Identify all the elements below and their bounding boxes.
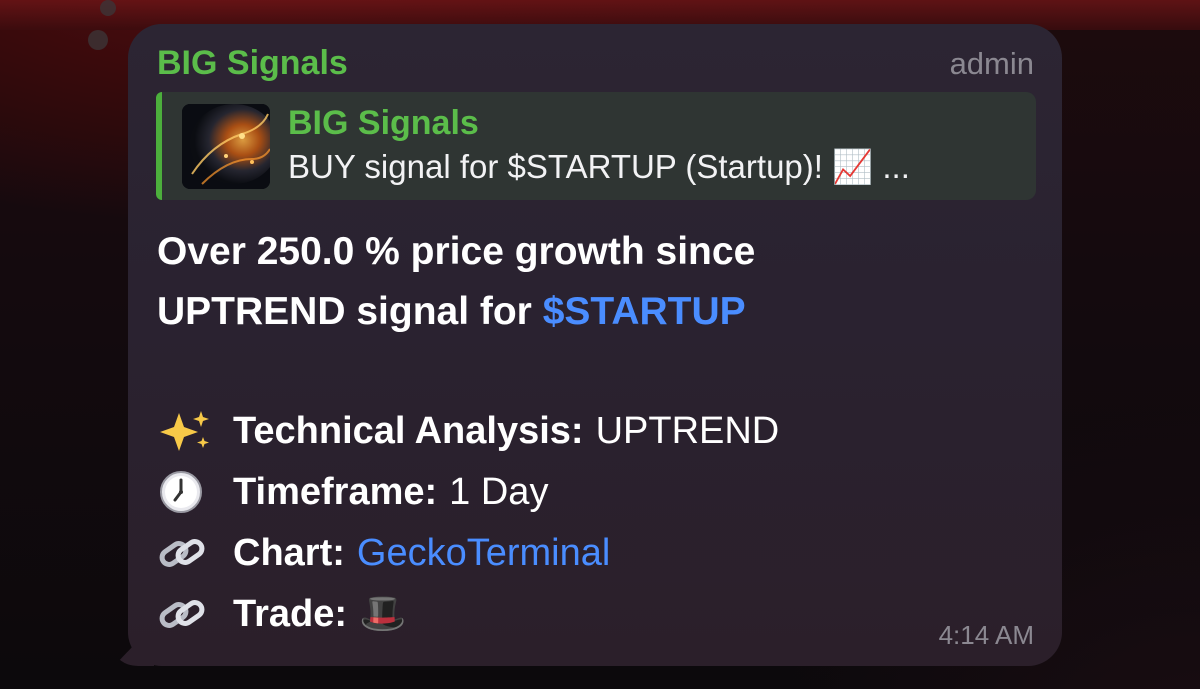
ticker-link[interactable]: $STARTUP xyxy=(543,290,746,333)
link-icon xyxy=(157,592,213,636)
background-decoration xyxy=(100,0,116,16)
headline-line-1: Over 250.0 % price growth since xyxy=(157,230,756,273)
reply-title: BIG Signals xyxy=(288,104,479,142)
chart-link[interactable]: GeckoTerminal xyxy=(357,532,610,575)
message-timestamp: 4:14 AM xyxy=(938,620,1034,650)
detail-key: Chart: xyxy=(233,531,345,574)
background-decoration xyxy=(88,30,108,50)
detail-chart: Chart: GeckoTerminal xyxy=(157,531,610,575)
link-icon xyxy=(157,531,213,575)
sender-name[interactable]: BIG Signals xyxy=(157,44,348,83)
reply-text: BUY signal for $STARTUP (Startup)! 📈 ... xyxy=(288,148,910,185)
detail-value: 1 Day xyxy=(449,470,549,513)
author-badge: admin xyxy=(949,46,1034,81)
clock-icon xyxy=(157,470,213,514)
detail-timeframe: Timeframe: 1 Day xyxy=(157,470,548,514)
headline-line-2: UPTREND signal for $STARTUP xyxy=(157,282,755,342)
top-hat-link[interactable]: 🎩 xyxy=(359,592,406,636)
sparkles-icon xyxy=(157,409,213,453)
detail-trade: Trade: 🎩 xyxy=(157,592,406,636)
detail-technical-analysis: Technical Analysis: UPTREND xyxy=(157,409,779,453)
detail-key: Technical Analysis: xyxy=(233,409,584,452)
reply-preview[interactable]: BIG Signals BUY signal for $STARTUP (Sta… xyxy=(156,92,1036,200)
message-headline: Over 250.0 % price growth since UPTREND … xyxy=(157,222,755,342)
reply-thumbnail xyxy=(182,104,270,189)
detail-key: Trade: xyxy=(233,592,348,635)
headline-text: UPTREND signal for xyxy=(157,290,532,333)
detail-value: UPTREND xyxy=(595,409,780,452)
detail-key: Timeframe: xyxy=(233,470,438,513)
